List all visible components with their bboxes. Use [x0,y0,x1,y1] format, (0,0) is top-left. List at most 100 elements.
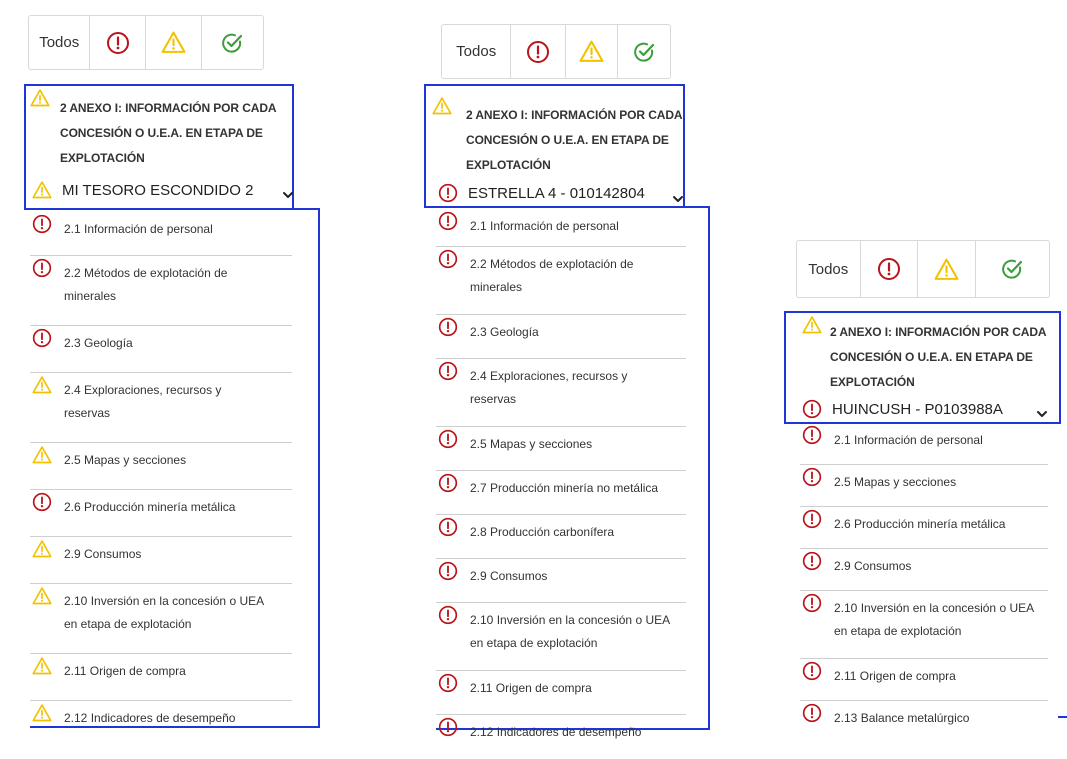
checklist-item-label-line: 2.7 Producción minería no metálica [470,481,659,495]
filter-ok-button[interactable] [618,25,670,78]
checklist-item[interactable]: 2.13 Balance metalúrgico [800,701,1048,743]
error-icon [802,703,822,723]
concession-select[interactable]: MI TESORO ESCONDIDO 2 [32,180,253,200]
checklist-item[interactable]: 2.2 Métodos de explotación de minerales [436,247,686,315]
checklist-item[interactable]: 2.2 Métodos de explotación de minerales [30,256,292,326]
checklist-item-label: 2.9 Consumos [470,565,547,588]
checklist-item[interactable]: 2.7 Producción minería no metálica [436,471,686,515]
error-icon [438,473,458,493]
filter-error-button[interactable] [861,241,919,297]
checklist-item-label: 2.12 Indicadores de desempeño [470,721,641,744]
status-filter-bar: Todos [796,240,1050,298]
warning-icon [161,30,186,55]
checklist-item-label: 2.11 Origen de compra [64,660,186,683]
checklist-item-label-line: en etapa de explotación [470,636,598,650]
chevron-down-icon[interactable] [1036,408,1048,420]
filter-warning-button[interactable] [566,25,619,78]
checklist-item[interactable]: 2.3 Geología [30,326,292,373]
checklist-item-label: 2.5 Mapas y secciones [64,449,186,472]
checklist-item[interactable]: 2.1 Información de personal [800,423,1048,465]
concession-select[interactable]: HUINCUSH - P0103988A [802,399,1003,419]
checklist-item-label: 2.10 Inversión en la concesión o UEA en e… [470,609,670,655]
checklist-item[interactable]: 2.5 Mapas y secciones [800,465,1048,507]
warning-icon [32,586,52,606]
warning-icon [32,703,52,723]
filter-error-button[interactable] [90,16,146,69]
error-icon [106,31,130,55]
warning-icon [579,39,604,64]
section-title-line: EXPLOTACIÓN [60,151,145,165]
checklist-item-label-line: 2.11 Origen de compra [64,664,186,678]
warning-icon [802,315,822,335]
filter-warning-button[interactable] [146,16,202,69]
checklist-item-label-line: 2.10 Inversión en la concesión o UEA [834,601,1035,615]
checklist-item-label-line: 2.13 Balance metalúrgico [834,711,970,725]
check-circle-icon [632,40,656,64]
checklist-item[interactable]: 2.12 Indicadores de desempeño [30,701,292,748]
error-icon [438,561,458,581]
checklist-item-label-line: reservas [64,406,111,420]
filter-ok-button[interactable] [202,16,263,69]
checklist-item[interactable]: 2.4 Exploraciones, recursos y reservas [30,373,292,443]
checklist-item-label-line: 2.2 Métodos de explotación de [64,266,228,280]
checklist-item[interactable]: 2.9 Consumos [30,537,292,584]
checklist-item-label-line: 2.1 Información de personal [64,222,213,236]
checklist-item[interactable]: 2.10 Inversión en la concesión o UEA en e… [800,591,1048,659]
checklist-item-label: 2.11 Origen de compra [470,677,592,700]
checklist-item-label-line: en etapa de explotación [834,624,962,638]
checklist-item-label-line: 2.8 Producción carbonífera [470,525,615,539]
checklist-item-label-line: reservas [470,392,517,406]
list-highlight-stub [1058,716,1067,718]
checklist-item[interactable]: 2.6 Producción minería metálica [800,507,1048,549]
concession-select-value: ESTRELLA 4 - 010142804 [468,184,645,202]
checklist-item-label: 2.13 Balance metalúrgico [834,707,969,730]
checklist-item[interactable]: 2.5 Mapas y secciones [436,427,686,471]
filter-all-button[interactable]: Todos [442,25,512,78]
checklist-item[interactable]: 2.1 Información de personal [436,209,686,247]
error-icon [32,214,52,234]
checklist-item[interactable]: 2.3 Geología [436,315,686,359]
checklist-item-label: 2.5 Mapas y secciones [834,471,956,494]
checklist-item-label: 2.6 Producción minería metálica [64,496,235,519]
checklist-item[interactable]: 2.4 Exploraciones, recursos y reservas [436,359,686,427]
filter-all-button[interactable]: Todos [29,16,91,69]
checklist-item[interactable]: 2.9 Consumos [436,559,686,603]
checklist-item[interactable]: 2.8 Producción carbonífera [436,515,686,559]
error-icon [877,257,901,281]
filter-warning-button[interactable] [918,241,976,297]
filter-all-button[interactable]: Todos [797,241,861,297]
error-icon [32,492,52,512]
chevron-down-icon[interactable] [282,189,294,201]
status-filter-bar: Todos [28,15,264,70]
filter-error-button[interactable] [511,25,566,78]
checklist-item-label: 2.3 Geología [64,332,133,355]
filter-ok-button[interactable] [976,241,1049,297]
checklist-item[interactable]: 2.11 Origen de compra [436,671,686,715]
chevron-down-icon[interactable] [672,193,684,205]
checklist-item[interactable]: 2.10 Inversión en la concesión o UEA en e… [436,603,686,671]
section-header: 2 ANEXO I: INFORMACIÓN POR CADA CONCESIÓN… [24,84,294,210]
checklist-item-label-line: 2.3 Geología [470,325,539,339]
checklist-item[interactable]: 2.9 Consumos [800,549,1048,591]
checklist-item-label: 2.2 Métodos de explotación de minerales [64,262,227,308]
section-title: 2 ANEXO I: INFORMACIÓN POR CADA CONCESIÓN… [830,320,1047,395]
list-highlight-top [294,208,320,210]
checklist-item[interactable]: 2.5 Mapas y secciones [30,443,292,490]
checklist-item[interactable]: 2.11 Origen de compra [800,659,1048,701]
checklist-item-label-line: 2.10 Inversión en la concesión o UEA [470,613,671,627]
checklist-item-label-line: 2.5 Mapas y secciones [64,453,187,467]
checklist-item[interactable]: 2.6 Producción minería metálica [30,490,292,537]
checklist-item[interactable]: 2.11 Origen de compra [30,654,292,701]
checklist-item-label-line: minerales [64,289,117,303]
warning-icon [32,539,52,559]
checklist-item[interactable]: 2.12 Indicadores de desempeño [436,715,686,759]
checklist-item-label-line: minerales [470,280,523,294]
checklist-item-label-line: 2.4 Exploraciones, recursos y [470,369,628,383]
section-title-line: EXPLOTACIÓN [830,375,915,389]
error-icon [438,673,458,693]
checklist-item-label-line: en etapa de explotación [64,617,192,631]
checklist-item[interactable]: 2.1 Información de personal [30,212,292,256]
check-circle-icon [220,31,244,55]
concession-select[interactable]: ESTRELLA 4 - 010142804 [438,183,645,203]
checklist-item[interactable]: 2.10 Inversión en la concesión o UEA en e… [30,584,292,654]
